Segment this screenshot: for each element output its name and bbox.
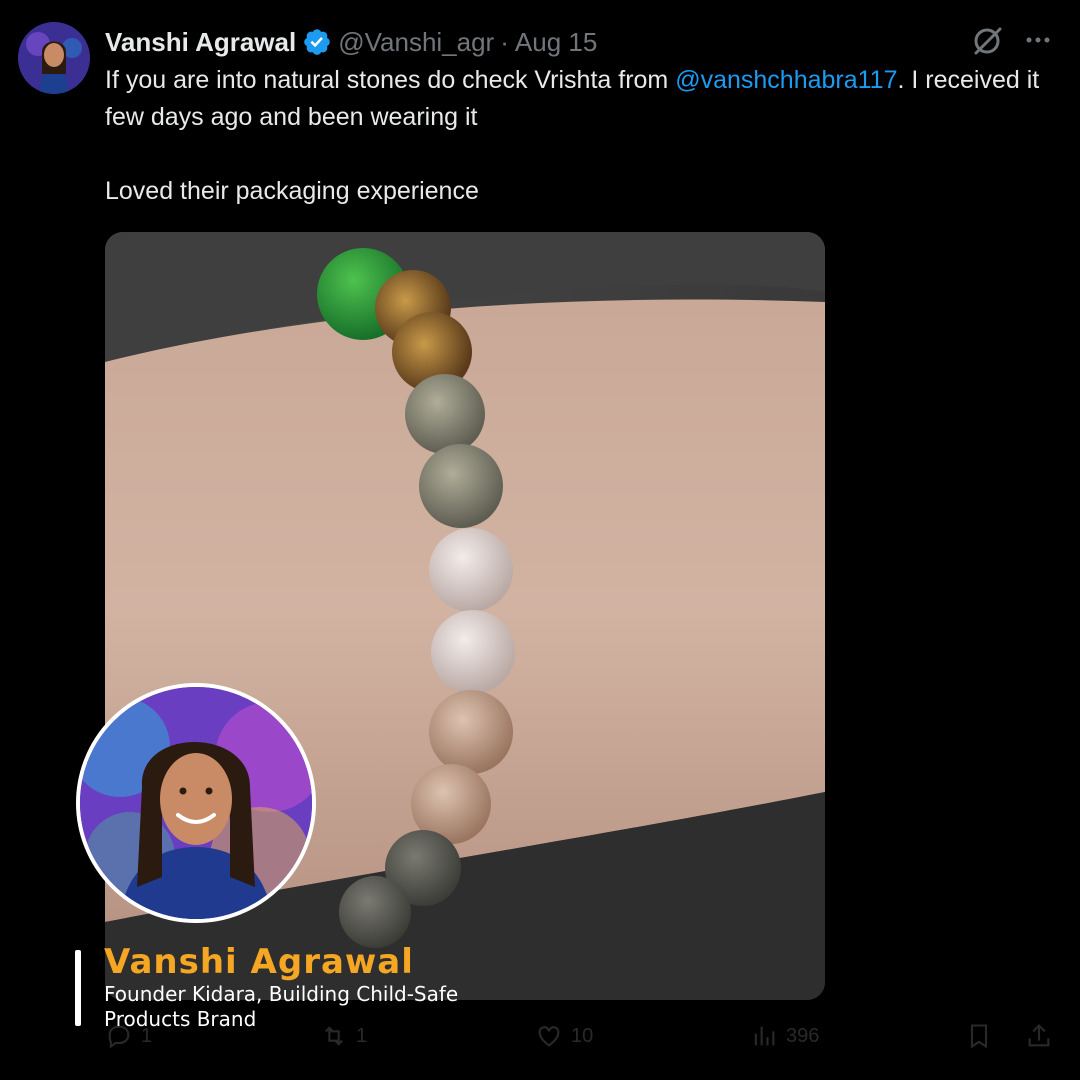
share-icon — [1028, 1024, 1050, 1047]
like-icon — [538, 1026, 560, 1047]
caption-title: Founder Kidara, Building Child-Safe Prod… — [104, 982, 459, 1031]
tweet-date[interactable]: Aug 15 — [515, 27, 597, 58]
share-button[interactable] — [1025, 1022, 1053, 1050]
author-avatar[interactable] — [18, 22, 90, 94]
mention-link[interactable]: @vanshchhabra117 — [675, 66, 897, 94]
tweet-header: Vanshi Agrawal @Vanshi_agr · Aug 15 — [105, 26, 597, 58]
tweet-paragraph-1: If you are into natural stones do check … — [105, 62, 1055, 136]
featured-person-portrait — [76, 683, 316, 923]
more-icon[interactable] — [1022, 24, 1054, 56]
verified-badge-icon — [302, 27, 332, 57]
views-icon — [754, 1026, 775, 1046]
tweet-text-part: If you are into natural stones do check … — [105, 66, 676, 94]
bookmark-button[interactable] — [965, 1022, 993, 1050]
author-name[interactable]: Vanshi Agrawal — [105, 27, 296, 58]
grok-icon[interactable] — [968, 22, 1006, 60]
views-count: 396 — [786, 1024, 820, 1047]
views-button[interactable]: 396 — [750, 1022, 819, 1050]
like-button[interactable]: 10 — [535, 1022, 593, 1050]
tweet-paragraph-2: Loved their packaging experience — [105, 177, 479, 205]
bookmark-icon — [970, 1024, 988, 1049]
tweet-text: If you are into natural stones do check … — [105, 62, 1055, 210]
like-count: 10 — [571, 1024, 594, 1047]
caption-accent-bar — [75, 950, 81, 1026]
header-separator: · — [500, 26, 509, 57]
author-handle[interactable]: @Vanshi_agr — [338, 27, 494, 58]
caption-name: Vanshi Agrawal — [104, 942, 414, 982]
